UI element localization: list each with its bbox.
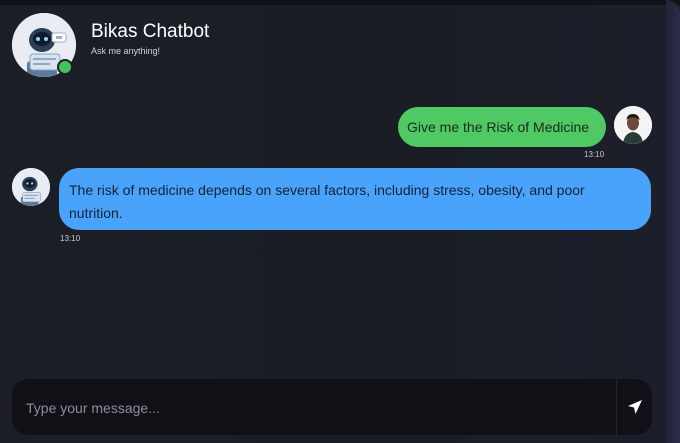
bot-message-bubble: The risk of medicine depends on several … [59,168,651,230]
scrollbar-track[interactable] [666,0,680,443]
user-message-time: 13:10 [584,150,605,159]
online-status-indicator [57,59,73,75]
robot-avatar-icon [12,168,50,206]
send-icon [628,400,642,414]
chatbot-subtitle: Ask me anything! [91,46,161,56]
user-avatar-icon [614,106,652,144]
message-input[interactable] [24,379,618,437]
window-top-edge [0,0,680,5]
user-avatar [614,106,652,144]
chatbot-title: Bikas Chatbot [91,21,210,42]
bot-message-time: 13:10 [60,234,81,243]
send-button[interactable] [616,379,653,435]
message-composer [12,379,653,437]
user-message-bubble: Give me the Risk of Medicine [398,107,606,147]
bot-message-avatar [12,168,50,206]
chat-window: Bikas Chatbot Ask me anything! Give me t… [0,0,680,443]
